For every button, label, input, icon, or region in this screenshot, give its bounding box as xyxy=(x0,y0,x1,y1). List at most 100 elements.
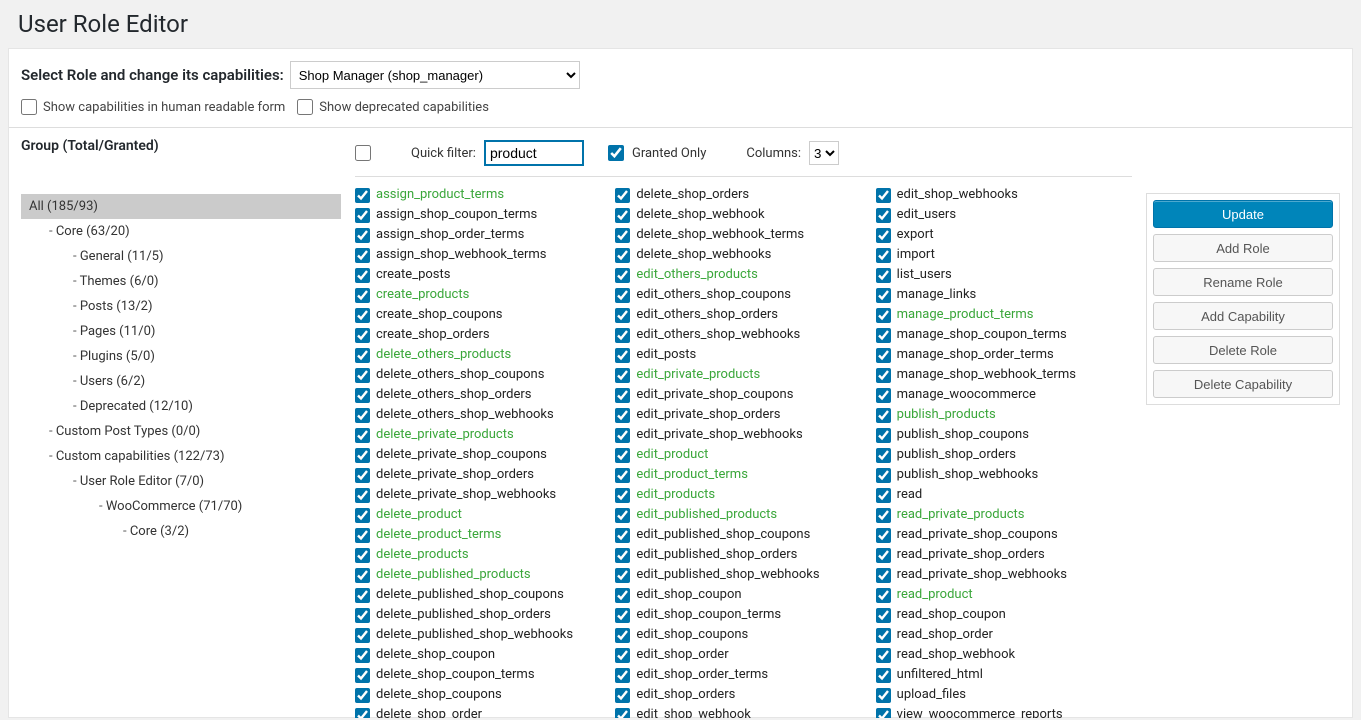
capability-checkbox[interactable] xyxy=(876,208,891,223)
capability-checkbox[interactable] xyxy=(615,708,630,719)
capability-checkbox[interactable] xyxy=(615,468,630,483)
capability-checkbox[interactable] xyxy=(355,708,370,719)
capability-checkbox[interactable] xyxy=(876,268,891,283)
capability-checkbox[interactable] xyxy=(615,488,630,503)
capability-checkbox[interactable] xyxy=(876,548,891,563)
add-role-button[interactable]: Add Role xyxy=(1153,234,1333,262)
capability-checkbox[interactable] xyxy=(615,208,630,223)
granted-only-checkbox[interactable] xyxy=(608,145,624,161)
group-item[interactable]: Deprecated (12/10) xyxy=(21,394,341,419)
capability-checkbox[interactable] xyxy=(876,588,891,603)
capability-checkbox[interactable] xyxy=(615,308,630,323)
capability-checkbox[interactable] xyxy=(355,528,370,543)
capability-checkbox[interactable] xyxy=(876,508,891,523)
capability-checkbox[interactable] xyxy=(355,648,370,663)
capability-checkbox[interactable] xyxy=(355,288,370,303)
capability-checkbox[interactable] xyxy=(355,608,370,623)
capability-checkbox[interactable] xyxy=(876,568,891,583)
capability-checkbox[interactable] xyxy=(355,588,370,603)
human-readable-checkbox[interactable] xyxy=(21,99,37,115)
capability-checkbox[interactable] xyxy=(355,248,370,263)
capability-checkbox[interactable] xyxy=(615,668,630,683)
capability-checkbox[interactable] xyxy=(355,208,370,223)
capability-checkbox[interactable] xyxy=(355,388,370,403)
group-item[interactable]: All (185/93) xyxy=(21,194,341,219)
capability-checkbox[interactable] xyxy=(876,388,891,403)
capabilities-grid-scroll[interactable]: assign_product_termsassign_shop_coupon_t… xyxy=(355,176,1132,718)
capability-checkbox[interactable] xyxy=(876,308,891,323)
capability-checkbox[interactable] xyxy=(615,328,630,343)
capability-checkbox[interactable] xyxy=(876,688,891,703)
capability-checkbox[interactable] xyxy=(876,448,891,463)
capability-checkbox[interactable] xyxy=(355,628,370,643)
capability-checkbox[interactable] xyxy=(355,308,370,323)
select-all-checkbox[interactable] xyxy=(355,145,371,161)
rename-role-button[interactable]: Rename Role xyxy=(1153,268,1333,296)
capability-checkbox[interactable] xyxy=(876,488,891,503)
capability-checkbox[interactable] xyxy=(876,628,891,643)
capability-checkbox[interactable] xyxy=(615,528,630,543)
capability-checkbox[interactable] xyxy=(355,688,370,703)
group-item[interactable]: User Role Editor (7/0) xyxy=(21,469,341,494)
capability-checkbox[interactable] xyxy=(355,508,370,523)
capability-checkbox[interactable] xyxy=(876,428,891,443)
group-item[interactable]: Themes (6/0) xyxy=(21,269,341,294)
capability-checkbox[interactable] xyxy=(355,348,370,363)
group-item[interactable]: Custom capabilities (122/73) xyxy=(21,444,341,469)
capability-checkbox[interactable] xyxy=(615,228,630,243)
capability-checkbox[interactable] xyxy=(876,368,891,383)
capability-checkbox[interactable] xyxy=(355,568,370,583)
capability-checkbox[interactable] xyxy=(876,228,891,243)
group-item[interactable]: Pages (11/0) xyxy=(21,319,341,344)
capability-checkbox[interactable] xyxy=(355,228,370,243)
group-item[interactable]: WooCommerce (71/70) xyxy=(21,494,341,519)
capability-checkbox[interactable] xyxy=(615,348,630,363)
capability-checkbox[interactable] xyxy=(355,488,370,503)
capability-checkbox[interactable] xyxy=(355,468,370,483)
capability-checkbox[interactable] xyxy=(615,408,630,423)
group-item[interactable]: Custom Post Types (0/0) xyxy=(21,419,341,444)
capability-checkbox[interactable] xyxy=(876,248,891,263)
columns-select[interactable]: 3 xyxy=(809,141,839,165)
group-item[interactable]: General (11/5) xyxy=(21,244,341,269)
add-capability-button[interactable]: Add Capability xyxy=(1153,302,1333,330)
capability-checkbox[interactable] xyxy=(355,408,370,423)
capability-checkbox[interactable] xyxy=(355,328,370,343)
capability-checkbox[interactable] xyxy=(355,668,370,683)
capability-checkbox[interactable] xyxy=(876,528,891,543)
capability-checkbox[interactable] xyxy=(615,508,630,523)
capability-checkbox[interactable] xyxy=(876,408,891,423)
capability-checkbox[interactable] xyxy=(876,288,891,303)
group-item[interactable]: Users (6/2) xyxy=(21,369,341,394)
capability-checkbox[interactable] xyxy=(615,288,630,303)
capability-checkbox[interactable] xyxy=(615,568,630,583)
quick-filter-input[interactable] xyxy=(484,140,584,166)
capability-checkbox[interactable] xyxy=(876,188,891,203)
capability-checkbox[interactable] xyxy=(615,248,630,263)
capability-checkbox[interactable] xyxy=(876,468,891,483)
capability-checkbox[interactable] xyxy=(615,548,630,563)
capability-checkbox[interactable] xyxy=(615,648,630,663)
capability-checkbox[interactable] xyxy=(876,328,891,343)
deprecated-checkbox[interactable] xyxy=(297,99,313,115)
capability-checkbox[interactable] xyxy=(615,268,630,283)
capability-checkbox[interactable] xyxy=(355,448,370,463)
group-item[interactable]: Plugins (5/0) xyxy=(21,344,341,369)
group-item[interactable]: Core (63/20) xyxy=(21,219,341,244)
role-select[interactable]: Shop Manager (shop_manager) xyxy=(290,61,580,89)
capability-checkbox[interactable] xyxy=(355,268,370,283)
capability-checkbox[interactable] xyxy=(355,368,370,383)
capability-checkbox[interactable] xyxy=(615,368,630,383)
capability-checkbox[interactable] xyxy=(615,388,630,403)
capability-checkbox[interactable] xyxy=(615,448,630,463)
capability-checkbox[interactable] xyxy=(615,608,630,623)
capability-checkbox[interactable] xyxy=(615,628,630,643)
capability-checkbox[interactable] xyxy=(876,668,891,683)
update-button[interactable]: Update xyxy=(1153,200,1333,228)
capability-checkbox[interactable] xyxy=(876,708,891,719)
capability-checkbox[interactable] xyxy=(876,648,891,663)
delete-role-button[interactable]: Delete Role xyxy=(1153,336,1333,364)
capability-checkbox[interactable] xyxy=(615,588,630,603)
delete-capability-button[interactable]: Delete Capability xyxy=(1153,370,1333,398)
capability-checkbox[interactable] xyxy=(355,548,370,563)
